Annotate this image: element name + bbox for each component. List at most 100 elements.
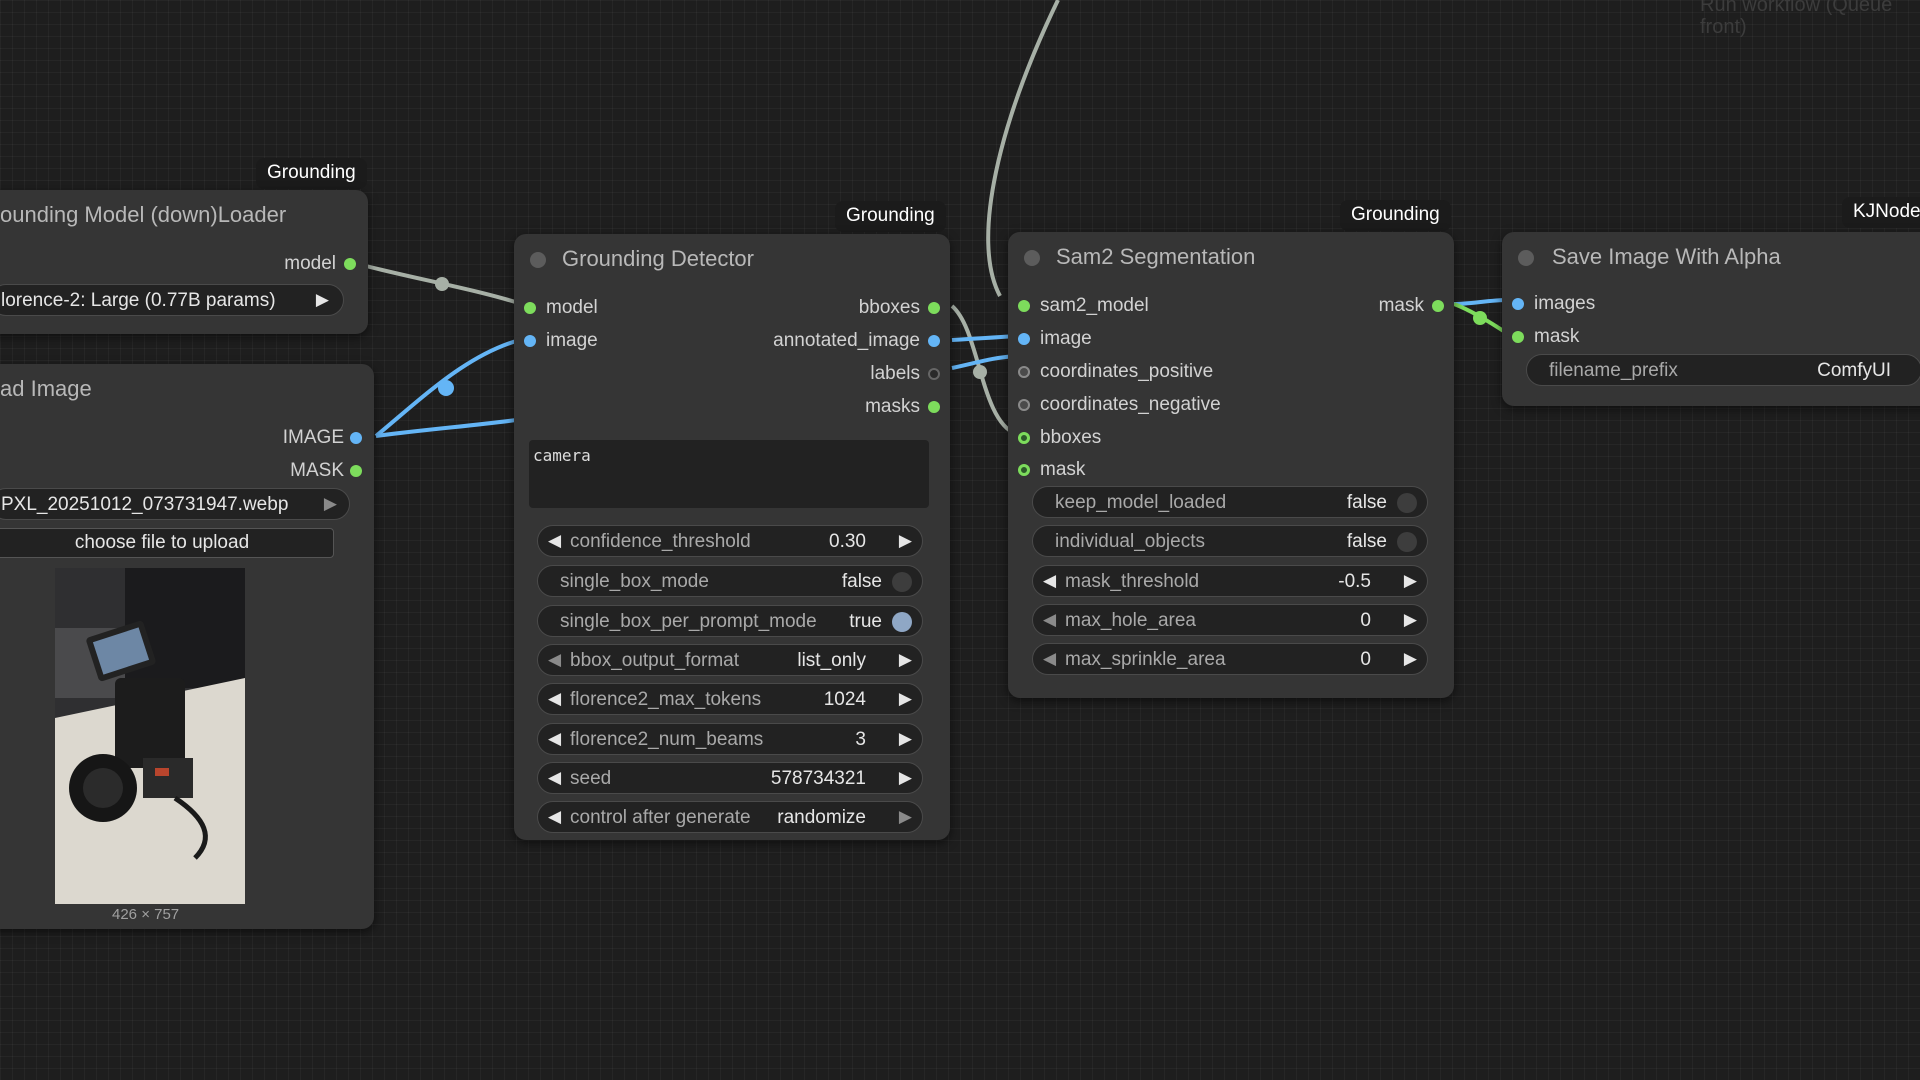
left-arrow-icon[interactable]: ◀ <box>548 729 561 749</box>
left-arrow-icon[interactable]: ◀ <box>548 650 561 670</box>
output-dot[interactable] <box>928 302 940 314</box>
output-slot-annotated-image[interactable]: annotated_image <box>720 329 950 353</box>
right-arrow-icon[interactable]: ▶ <box>899 689 912 709</box>
output-dot[interactable] <box>350 432 362 444</box>
input-dot[interactable] <box>524 302 536 314</box>
input-dot[interactable] <box>1512 298 1524 310</box>
widget-bbox-output-format[interactable]: ◀ bbox_output_format list_only ▶ <box>537 644 923 676</box>
output-dot[interactable] <box>344 258 356 270</box>
wire-image-sam2-in <box>951 334 1017 342</box>
output-slot-masks[interactable]: masks <box>720 395 950 419</box>
left-arrow-icon[interactable]: ◀ <box>1043 649 1056 669</box>
image-file-combo[interactable]: PXL_20251012_073731947.webp ▶ <box>0 488 350 520</box>
node-header[interactable]: Save Image With Alpha <box>1502 232 1920 280</box>
left-arrow-icon[interactable]: ◀ <box>1043 571 1056 591</box>
input-dot[interactable] <box>524 335 536 347</box>
widget-confidence-threshold[interactable]: ◀ confidence_threshold 0.30 ▶ <box>537 525 923 557</box>
right-arrow-icon[interactable]: ▶ <box>899 807 912 827</box>
widget-single-box-per-prompt-mode[interactable]: single_box_per_prompt_mode true <box>537 605 923 637</box>
node-sam2-segmentation[interactable]: Sam2 Segmentation sam2_model image coord… <box>1008 232 1454 698</box>
toggle-knob-icon[interactable] <box>1397 532 1417 552</box>
node-canvas[interactable]: Run workflow (Queue front) Grounding oun… <box>0 0 1920 1080</box>
input-slot-images[interactable]: images <box>1502 292 1702 316</box>
input-dot[interactable] <box>1018 464 1030 476</box>
widget-label: single_box_mode <box>560 571 709 592</box>
toggle-knob-icon[interactable] <box>1397 493 1417 513</box>
node-load-image[interactable]: ad Image IMAGE MASK PXL_20251012_0737319… <box>0 364 374 929</box>
widget-florence2-max-tokens[interactable]: ◀ florence2_max_tokens 1024 ▶ <box>537 683 923 715</box>
output-slot-model[interactable]: model <box>0 252 368 276</box>
output-dot[interactable] <box>928 368 940 380</box>
node-header[interactable]: Grounding Detector <box>514 234 950 282</box>
output-slot-image[interactable]: IMAGE <box>0 426 374 450</box>
sam2-badge: Grounding <box>1340 200 1451 231</box>
widget-value: 0.30 <box>829 531 866 552</box>
node-header[interactable]: ad Image <box>0 364 374 412</box>
output-dot[interactable] <box>928 401 940 413</box>
input-dot[interactable] <box>1512 331 1524 343</box>
input-dot[interactable] <box>1018 300 1030 312</box>
left-arrow-icon[interactable]: ◀ <box>548 807 561 827</box>
output-slot-bboxes[interactable]: bboxes <box>720 296 950 320</box>
right-arrow-icon[interactable]: ▶ <box>1404 571 1417 591</box>
right-arrow-icon[interactable]: ▶ <box>899 650 912 670</box>
input-slot-image[interactable]: image <box>1008 327 1268 351</box>
wire-mask-to-save-2 <box>1453 302 1510 336</box>
output-slot-labels[interactable]: labels <box>720 362 950 386</box>
right-arrow-icon[interactable]: ▶ <box>1404 649 1417 669</box>
widget-label: florence2_max_tokens <box>570 689 762 710</box>
output-dot[interactable] <box>350 465 362 477</box>
input-dot[interactable] <box>1018 366 1030 378</box>
widget-individual-objects[interactable]: individual_objects false <box>1032 525 1428 557</box>
right-arrow-icon[interactable]: ▶ <box>899 531 912 551</box>
slot-label: masks <box>865 396 920 417</box>
input-slot-sam2-model[interactable]: sam2_model <box>1008 294 1268 318</box>
widget-mask-threshold[interactable]: ◀ mask_threshold -0.5 ▶ <box>1032 565 1428 597</box>
output-slot-mask[interactable]: MASK <box>0 459 374 483</box>
left-arrow-icon[interactable]: ◀ <box>1043 610 1056 630</box>
right-arrow-icon[interactable]: ▶ <box>324 494 337 514</box>
output-dot[interactable] <box>1432 300 1444 312</box>
widget-max-sprinkle-area[interactable]: ◀ max_sprinkle_area 0 ▶ <box>1032 643 1428 675</box>
slot-label: sam2_model <box>1040 295 1149 316</box>
widget-seed[interactable]: ◀ seed 578734321 ▶ <box>537 762 923 794</box>
upload-button[interactable]: choose file to upload <box>0 528 334 558</box>
prompt-textarea[interactable]: camera <box>529 440 929 508</box>
widget-control-after-generate[interactable]: ◀ control after generate randomize ▶ <box>537 801 923 833</box>
input-slot-coordinates-negative[interactable]: coordinates_negative <box>1008 393 1268 417</box>
right-arrow-icon[interactable]: ▶ <box>1404 610 1417 630</box>
model-combo[interactable]: lorence-2: Large (0.77B params) ▶ <box>0 284 344 316</box>
image-dimensions: 426 × 757 <box>112 906 180 923</box>
output-slot-mask[interactable]: mask <box>1334 294 1454 318</box>
toggle-knob-icon[interactable] <box>892 572 912 592</box>
input-slot-bboxes[interactable]: bboxes <box>1008 426 1268 450</box>
left-arrow-icon[interactable]: ◀ <box>548 689 561 709</box>
right-arrow-icon[interactable]: ▶ <box>899 768 912 788</box>
input-slot-mask[interactable]: mask <box>1502 325 1702 349</box>
widget-florence2-num-beams[interactable]: ◀ florence2_num_beams 3 ▶ <box>537 723 923 755</box>
widget-keep-model-loaded[interactable]: keep_model_loaded false <box>1032 486 1428 518</box>
input-dot[interactable] <box>1018 432 1030 444</box>
output-dot[interactable] <box>928 335 940 347</box>
input-slot-coordinates-positive[interactable]: coordinates_positive <box>1008 360 1268 384</box>
widget-single-box-mode[interactable]: single_box_mode false <box>537 565 923 597</box>
left-arrow-icon[interactable]: ◀ <box>548 768 561 788</box>
toggle-knob-icon[interactable] <box>892 612 912 632</box>
input-slot-mask[interactable]: mask <box>1008 458 1268 482</box>
node-header[interactable]: Sam2 Segmentation <box>1008 232 1454 280</box>
widget-max-hole-area[interactable]: ◀ max_hole_area 0 ▶ <box>1032 604 1428 636</box>
node-header[interactable]: ounding Model (down)Loader <box>0 190 368 238</box>
input-dot[interactable] <box>1018 333 1030 345</box>
widget-filename-prefix[interactable]: filename_prefix ComfyUI <box>1526 354 1920 386</box>
input-dot[interactable] <box>1018 399 1030 411</box>
node-grounding-model-loader[interactable]: ounding Model (down)Loader model lorence… <box>0 190 368 334</box>
right-arrow-icon[interactable]: ▶ <box>899 729 912 749</box>
status-dot-icon <box>1518 250 1534 266</box>
input-slot-image[interactable]: image <box>514 329 714 353</box>
left-arrow-icon[interactable]: ◀ <box>548 531 561 551</box>
input-slot-model[interactable]: model <box>514 296 714 320</box>
right-arrow-icon[interactable]: ▶ <box>316 290 329 310</box>
node-save-image-with-alpha[interactable]: Save Image With Alpha images mask filena… <box>1502 232 1920 406</box>
node-grounding-detector[interactable]: Grounding Detector model image bboxes an… <box>514 234 950 840</box>
widget-value: ComfyUI <box>1817 360 1891 381</box>
